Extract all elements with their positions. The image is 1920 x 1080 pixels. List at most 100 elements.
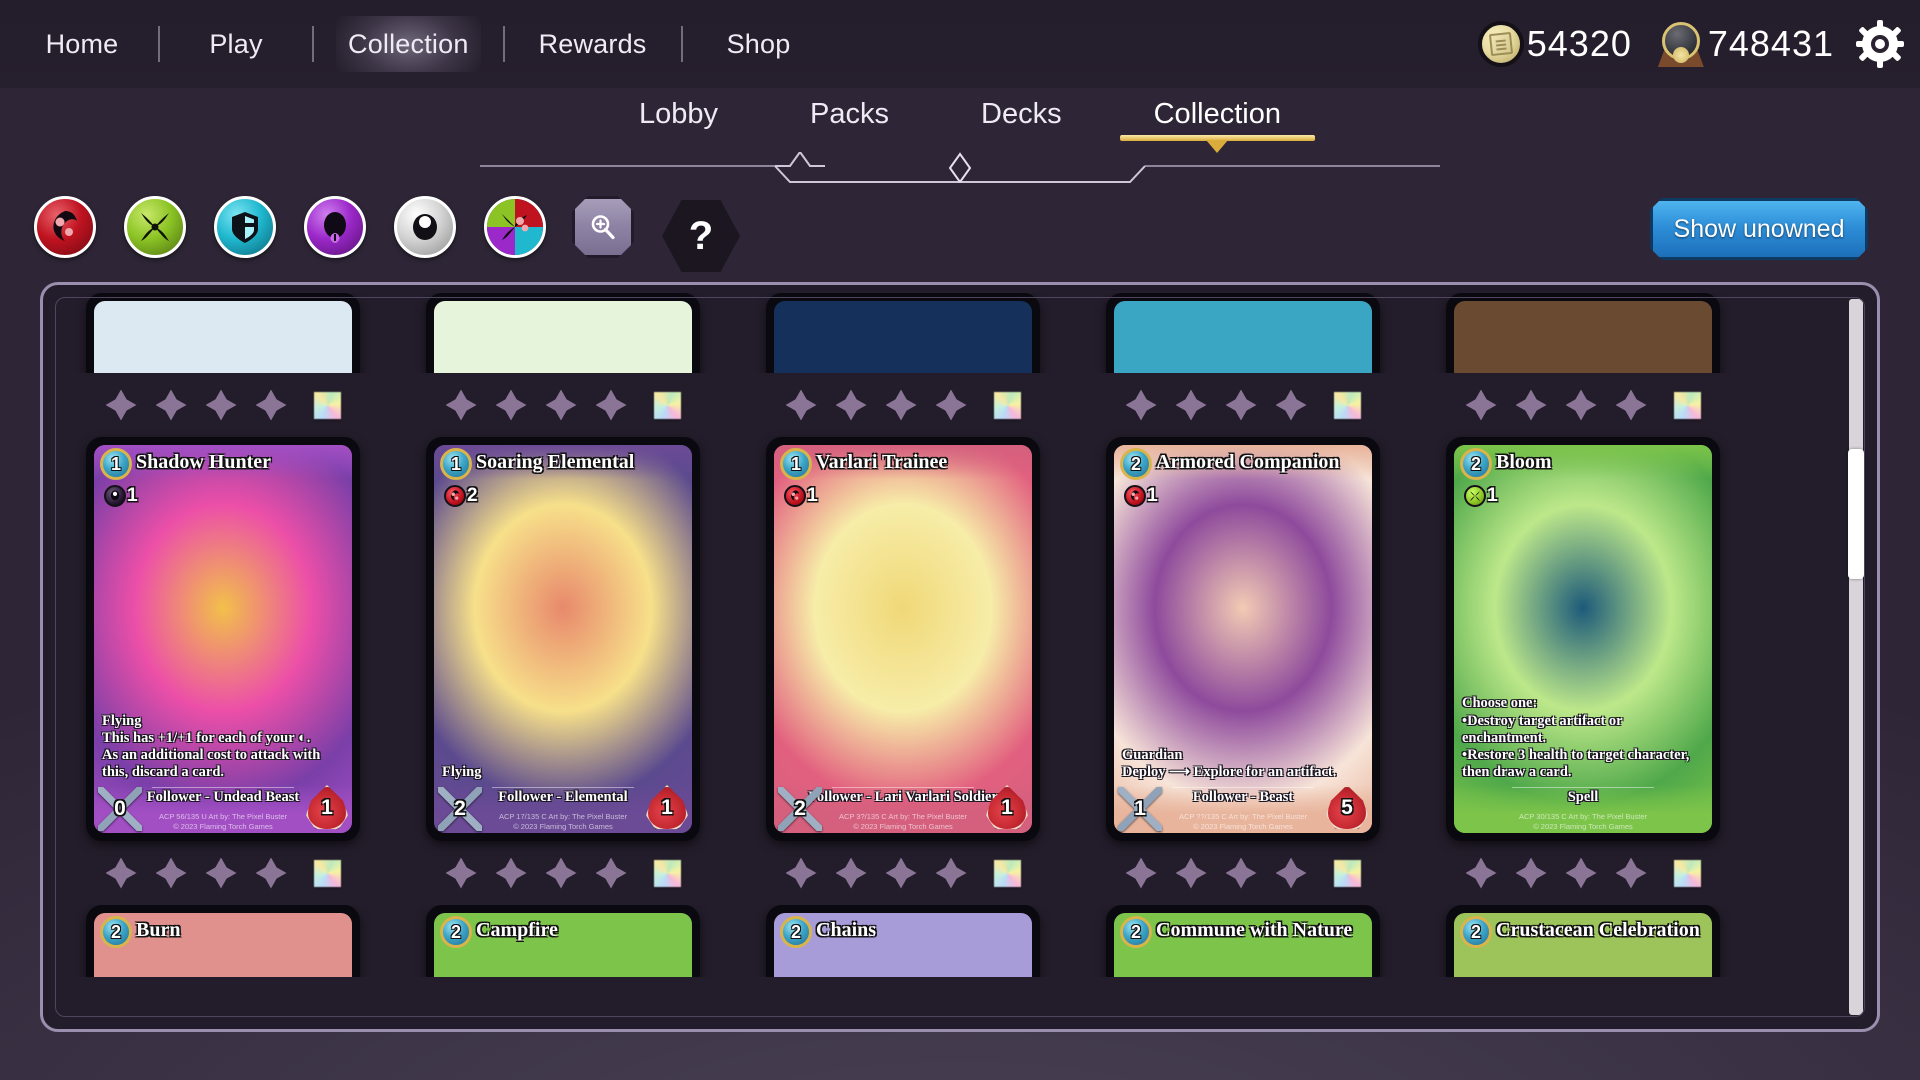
copy-pip[interactable] — [1615, 389, 1647, 421]
copy-pip[interactable] — [445, 389, 477, 421]
copy-pip[interactable] — [205, 389, 237, 421]
card-partial-bottom[interactable]: Commune with Nature 2 — [1106, 905, 1380, 977]
copy-pip[interactable] — [785, 857, 817, 889]
pip-cell — [733, 373, 1073, 437]
nav-item-collection[interactable]: Collection — [330, 0, 487, 88]
collection-card[interactable]: Soaring Elemental 1 2 Flying Follower - Elem… — [426, 437, 700, 841]
cost-gem: 1 — [780, 448, 812, 480]
copy-pip[interactable] — [885, 389, 917, 421]
card-partial-bottom[interactable]: Chains 2 — [766, 905, 1040, 977]
copy-pip[interactable] — [1175, 857, 1207, 889]
copy-pip[interactable] — [105, 389, 137, 421]
collection-card[interactable]: Armored Companion 2 1 Guardian Deploy ⟶ Expl… — [1106, 437, 1380, 841]
card-partial-top[interactable]: Follower - RedanACP 27/135 C Art by: Kap… — [1446, 293, 1720, 373]
copy-pip[interactable] — [785, 389, 817, 421]
copy-pip[interactable] — [495, 857, 527, 889]
copy-pip[interactable] — [935, 857, 967, 889]
cost-gem: 2 — [100, 916, 132, 948]
copy-pip[interactable] — [1125, 389, 1157, 421]
nav-item-shop[interactable]: Shop — [699, 0, 819, 88]
filter-white-orb[interactable] — [394, 196, 456, 258]
copy-pip[interactable] — [205, 857, 237, 889]
type-rule — [1172, 787, 1314, 788]
copy-pip[interactable] — [1275, 857, 1307, 889]
show-unowned-button[interactable]: Show unowned — [1650, 198, 1868, 260]
copy-pip[interactable] — [155, 389, 187, 421]
card-partial-top[interactable]: ACP 27/135 C Art by: PEGAARD© 2023 Flami… — [426, 293, 700, 373]
copy-pip[interactable] — [885, 857, 917, 889]
copy-pip[interactable] — [1565, 857, 1597, 889]
card-rules-line: •Restore 3 health to target character, t… — [1462, 746, 1690, 780]
scrollbar-thumb[interactable] — [1848, 449, 1864, 580]
filter-multicolor-orb[interactable] — [484, 196, 546, 258]
copy-pip[interactable] — [445, 857, 477, 889]
subnav-item-collection[interactable]: Collection — [1108, 92, 1327, 147]
foil-copy-pip[interactable] — [993, 391, 1021, 419]
copy-pip[interactable] — [545, 389, 577, 421]
nav-item-play[interactable]: Play — [176, 0, 296, 88]
copy-pip[interactable] — [835, 389, 867, 421]
filter-red-orb[interactable] — [34, 196, 96, 258]
collection-card[interactable]: Bloom 2 1 Choose one: •Destroy target artifa… — [1446, 437, 1720, 841]
orb-currency[interactable]: 748431 — [1657, 21, 1834, 67]
card-title-bar: Commune with Nature — [1114, 913, 1372, 947]
coin-currency[interactable]: 54320 — [1478, 22, 1632, 66]
copy-pip[interactable] — [1465, 389, 1497, 421]
zoom-view-button[interactable] — [572, 196, 634, 258]
foil-copy-pip[interactable] — [313, 391, 341, 419]
collection-scrollbar[interactable] — [1848, 299, 1864, 1015]
copy-pip[interactable] — [255, 389, 287, 421]
copy-pip[interactable] — [935, 389, 967, 421]
foil-copy-pip[interactable] — [1673, 859, 1701, 887]
copy-pip[interactable] — [1225, 389, 1257, 421]
foil-copy-pip[interactable] — [1333, 391, 1361, 419]
foil-copy-pip[interactable] — [1673, 391, 1701, 419]
copy-pip[interactable] — [105, 857, 137, 889]
card-partial-bottom[interactable]: Crustacean Celebration 2 — [1446, 905, 1720, 977]
subnav-item-decks[interactable]: Decks — [935, 92, 1108, 147]
copy-pip[interactable] — [1175, 389, 1207, 421]
copy-pip[interactable] — [1515, 389, 1547, 421]
foil-copy-pip[interactable] — [313, 859, 341, 887]
filter-teal-orb[interactable] — [214, 196, 276, 258]
nav-item-rewards[interactable]: Rewards — [521, 0, 665, 88]
card-partial-top[interactable]: SpellACP 5x/135 C Art by: The Pixel Bust… — [766, 293, 1040, 373]
filter-purple-orb[interactable] — [304, 196, 366, 258]
copy-pip[interactable] — [1275, 389, 1307, 421]
scrollbar-track[interactable] — [1849, 299, 1863, 1015]
card-art — [94, 301, 352, 373]
copy-pip[interactable] — [1615, 857, 1647, 889]
card-partial-bottom[interactable]: Campfire 2 — [426, 905, 700, 977]
top-nav-items: Home Play Collection Rewards Shop — [0, 0, 819, 88]
copy-pip[interactable] — [255, 857, 287, 889]
copy-pip[interactable] — [495, 389, 527, 421]
copy-pip[interactable] — [1565, 389, 1597, 421]
copy-pip[interactable] — [1225, 857, 1257, 889]
copy-pip[interactable] — [155, 857, 187, 889]
card-partial-top[interactable]: Unique Artifact - ItemACP 43/135 U Art b… — [1106, 293, 1380, 373]
copy-pip[interactable] — [1465, 857, 1497, 889]
subnav-item-lobby[interactable]: Lobby — [593, 92, 764, 147]
copy-pip[interactable] — [835, 857, 867, 889]
foil-copy-pip[interactable] — [653, 391, 681, 419]
copy-pip[interactable] — [1125, 857, 1157, 889]
card-partial-bottom[interactable]: Burn 2 — [86, 905, 360, 977]
nav-item-home[interactable]: Home — [22, 0, 142, 88]
filter-green-orb[interactable] — [124, 196, 186, 258]
card-name: Crustacean Celebration — [1496, 918, 1700, 941]
copy-pip[interactable] — [1515, 857, 1547, 889]
subnav-item-packs[interactable]: Packs — [764, 92, 935, 147]
gear-icon[interactable] — [1856, 20, 1904, 68]
foil-copy-pip[interactable] — [1333, 859, 1361, 887]
copy-pip[interactable] — [595, 857, 627, 889]
copy-pip[interactable] — [545, 857, 577, 889]
copy-pip[interactable] — [595, 389, 627, 421]
cost-gem: 1 — [440, 448, 472, 480]
card-inner: Shadow Hunter 1 1 Flying This has +1/+1 for … — [94, 445, 352, 833]
help-button[interactable]: ? — [662, 200, 740, 272]
card-partial-top[interactable]: Follower - Human SoldierACP 53/135 C Art… — [86, 293, 360, 373]
collection-card[interactable]: Varlari Trainee 1 1 Follower - Lari Varlari… — [766, 437, 1040, 841]
foil-copy-pip[interactable] — [653, 859, 681, 887]
foil-copy-pip[interactable] — [993, 859, 1021, 887]
collection-card[interactable]: Shadow Hunter 1 1 Flying This has +1/+1 for … — [86, 437, 360, 841]
